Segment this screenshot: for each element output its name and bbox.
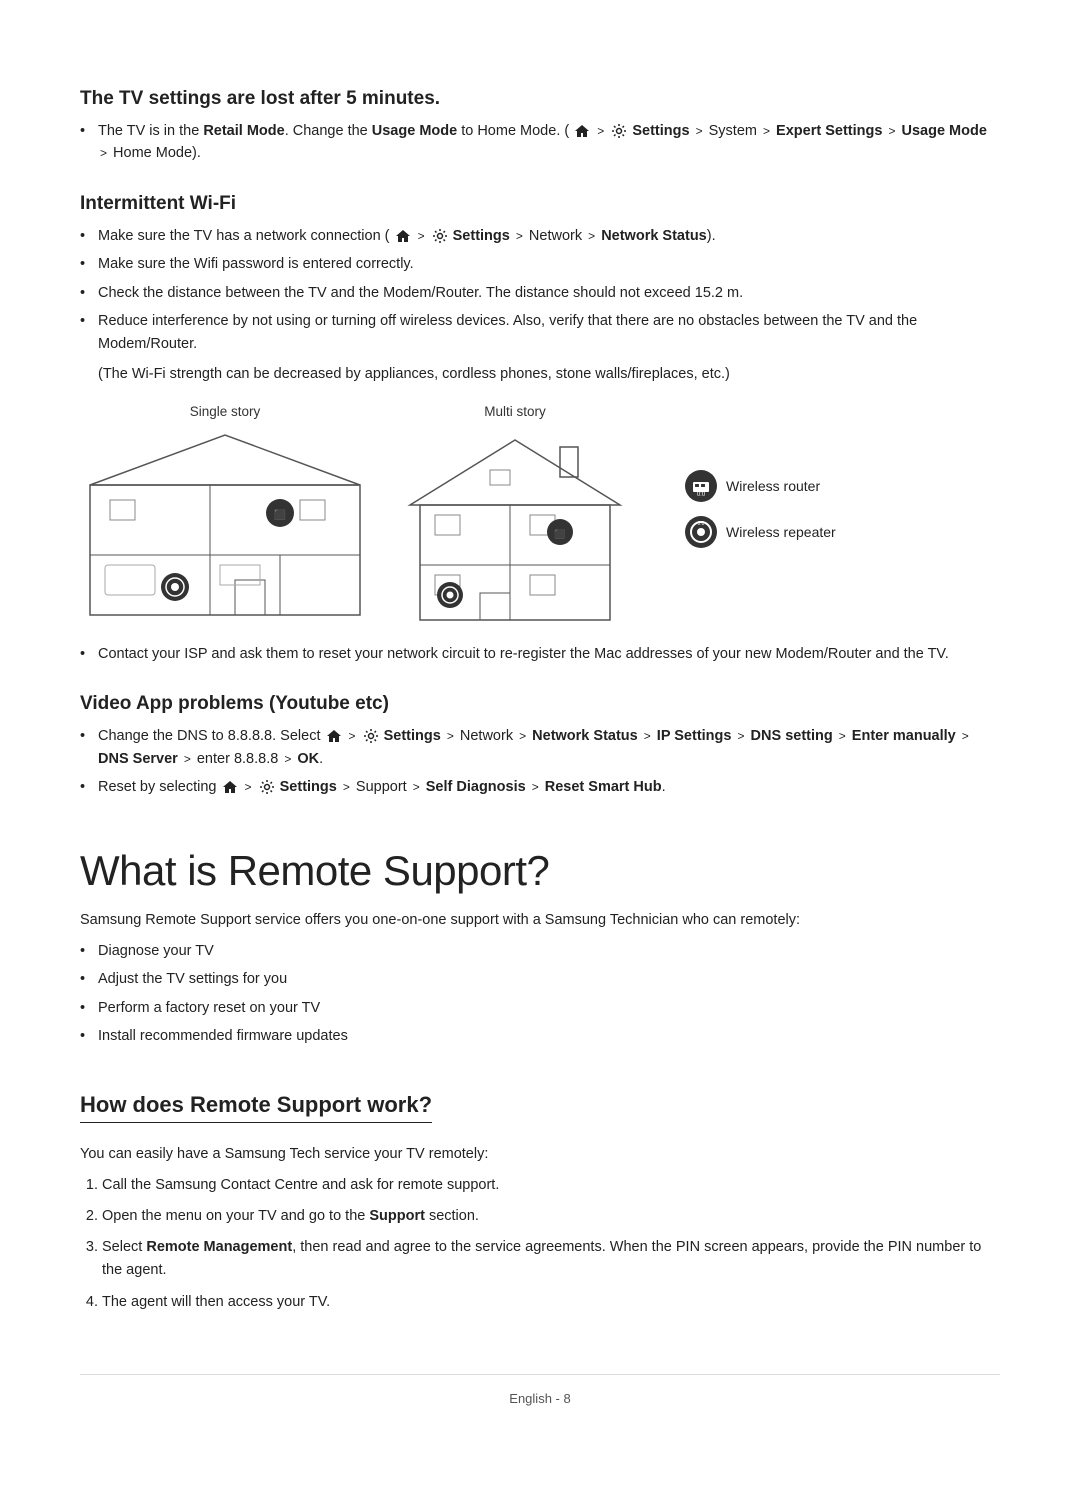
how-does-step-4: The agent will then access your TV.	[102, 1291, 1000, 1314]
video-app-section: Video App problems (Youtube etc) Change …	[80, 693, 1000, 798]
svg-text:0:0: 0:0	[698, 521, 705, 527]
remote-support-heading: What is Remote Support?	[80, 847, 1000, 895]
support-label: Support	[369, 1208, 425, 1224]
how-does-step-3: Select Remote Management, then read and …	[102, 1236, 1000, 1282]
intermittent-wifi-heading: Intermittent Wi-Fi	[80, 193, 1000, 215]
footer-text: English - 8	[509, 1391, 570, 1406]
legend-area: 0:0 Wireless router 0:0 Wireless repeate…	[684, 469, 836, 549]
home-icon-3	[326, 728, 342, 744]
video-app-heading: Video App problems (Youtube etc)	[80, 693, 1000, 715]
arrow-1: >	[597, 124, 604, 138]
tv-settings-bullets: The TV is in the Retail Mode. Change the…	[80, 120, 1000, 165]
wifi-bullet-2: Make sure the Wifi password is entered c…	[80, 253, 1000, 275]
intermittent-wifi-section: Intermittent Wi-Fi Make sure the TV has …	[80, 193, 1000, 665]
expert-settings-label: Expert Settings	[776, 123, 882, 139]
how-does-step-1: Call the Samsung Contact Centre and ask …	[102, 1174, 1000, 1197]
video-app-bullet-reset: Reset by selecting > Settings > Support …	[80, 776, 1000, 798]
tv-settings-section: The TV settings are lost after 5 minutes…	[80, 88, 1000, 165]
legend-repeater: 0:0 Wireless repeater	[684, 515, 836, 549]
single-story-svg: ⬛	[80, 425, 370, 625]
wifi-bullet-3: Check the distance between the TV and th…	[80, 282, 1000, 304]
multi-story-diagram: Multi story	[390, 404, 640, 625]
remote-support-bullets: Diagnose your TV Adjust the TV settings …	[80, 940, 1000, 1048]
remote-support-bullet-1: Diagnose your TV	[80, 940, 1000, 962]
settings-nav-2: Settings	[453, 228, 510, 244]
settings-icon-1	[611, 123, 627, 139]
settings-icon-2	[432, 228, 448, 244]
remote-support-intro: Samsung Remote Support service offers yo…	[80, 909, 1000, 932]
home-icon-4	[222, 779, 238, 795]
svg-text:⬛: ⬛	[554, 528, 565, 539]
tv-settings-heading: The TV settings are lost after 5 minutes…	[80, 88, 1000, 110]
router-label: Wireless router	[726, 478, 820, 494]
diagram-area: Single story ⬛	[80, 404, 1000, 625]
single-story-diagram: Single story ⬛	[80, 404, 370, 625]
repeater-label: Wireless repeater	[726, 524, 836, 540]
remote-support-bullet-2: Adjust the TV settings for you	[80, 968, 1000, 990]
usage-mode-label: Usage Mode	[372, 123, 457, 139]
remote-support-bullet-4: Install recommended firmware updates	[80, 1025, 1000, 1047]
legend-router: 0:0 Wireless router	[684, 469, 836, 503]
how-does-step-2: Open the menu on your TV and go to the S…	[102, 1205, 1000, 1228]
how-does-heading: How does Remote Support work?	[80, 1092, 432, 1123]
svg-text:0:0: 0:0	[697, 492, 706, 498]
remote-support-section: What is Remote Support? Samsung Remote S…	[80, 847, 1000, 1048]
retail-mode-label: Retail Mode	[203, 123, 284, 139]
network-status-label: Network Status	[601, 228, 707, 244]
settings-nav-1: Settings	[632, 123, 689, 139]
how-does-section: How does Remote Support work? You can ea…	[80, 1056, 1000, 1314]
tv-settings-bullet-1: The TV is in the Retail Mode. Change the…	[80, 120, 1000, 165]
wifi-bullet-1: Make sure the TV has a network connectio…	[80, 225, 1000, 247]
wifi-bullets: Make sure the TV has a network connectio…	[80, 225, 1000, 355]
settings-icon-3	[363, 728, 379, 744]
remote-support-bullet-3: Perform a factory reset on your TV	[80, 997, 1000, 1019]
home-icon-2	[395, 228, 411, 244]
single-story-label: Single story	[190, 404, 261, 419]
wifi-isp-bullet: Contact your ISP and ask them to reset y…	[80, 643, 1000, 665]
router-legend-icon: 0:0	[684, 469, 718, 503]
repeater-legend-icon: 0:0	[684, 515, 718, 549]
page-footer: English - 8	[80, 1374, 1000, 1406]
wifi-isp-bullet-1: Contact your ISP and ask them to reset y…	[80, 643, 1000, 665]
how-does-intro: You can easily have a Samsung Tech servi…	[80, 1143, 1000, 1166]
usage-mode-label-2: Usage Mode	[901, 123, 986, 139]
home-icon	[574, 123, 590, 139]
how-does-steps: Call the Samsung Contact Centre and ask …	[80, 1174, 1000, 1314]
wifi-bullet-4: Reduce interference by not using or turn…	[80, 310, 1000, 355]
svg-text:⬛: ⬛	[274, 508, 286, 521]
remote-mgmt-label: Remote Management	[146, 1239, 292, 1255]
video-app-bullet-dns: Change the DNS to 8.8.8.8. Select > Sett…	[80, 725, 1000, 770]
multi-story-svg: ⬛	[390, 425, 640, 625]
settings-icon-4	[259, 779, 275, 795]
wifi-note: (The Wi-Fi strength can be decreased by …	[80, 363, 1000, 385]
video-app-bullets: Change the DNS to 8.8.8.8. Select > Sett…	[80, 725, 1000, 798]
multi-story-label: Multi story	[484, 404, 546, 419]
